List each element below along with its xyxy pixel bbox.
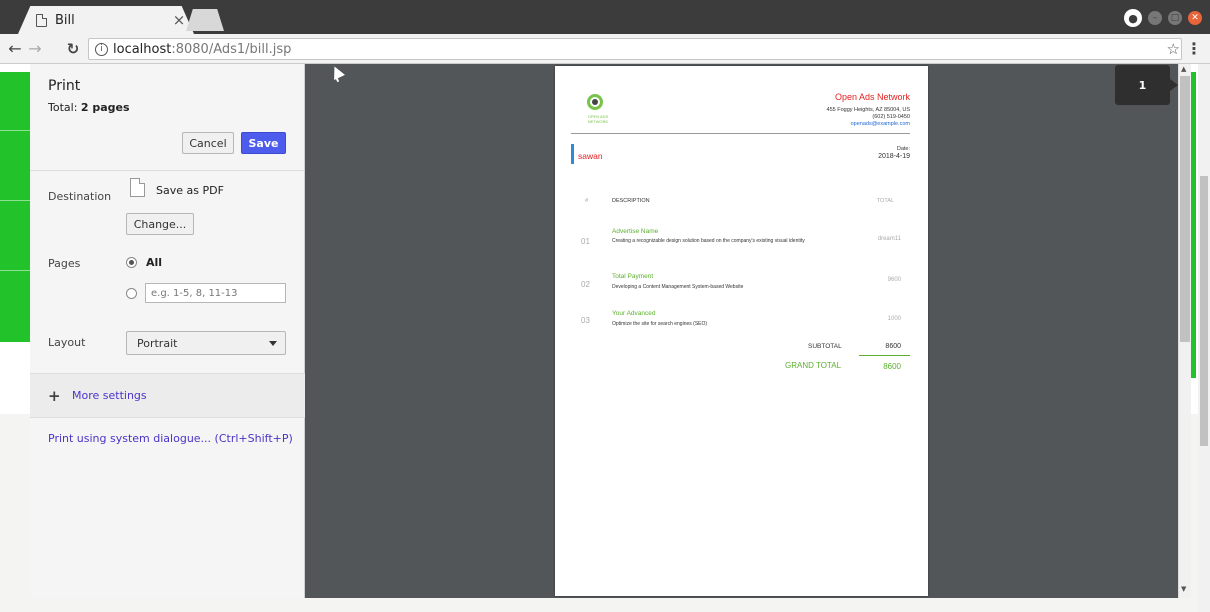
pages-range-input[interactable] [145, 283, 286, 303]
preview-page: OPEN ADS NETWORK Open Ads Network 455 Fo… [555, 66, 928, 596]
bookmark-star-icon[interactable]: ☆ [1167, 40, 1180, 58]
print-settings-panel: Print Total: 2 pages Cancel Save Destina… [30, 64, 305, 598]
browser-titlebar: Bill × ● – □ ✕ [0, 0, 1210, 34]
pages-all-label: All [146, 256, 163, 269]
row-title: Your Advanced [612, 310, 656, 317]
back-arrow-icon[interactable]: ← [4, 38, 26, 60]
close-window-icon[interactable]: ✕ [1188, 11, 1202, 25]
background-green-block [0, 72, 30, 342]
pages-label: Pages [48, 257, 81, 270]
row-title: Advertise Name [612, 228, 659, 235]
plus-icon: + [48, 387, 61, 405]
row-total: 1000 [887, 316, 901, 322]
company-email: openads@example.com [850, 121, 910, 127]
print-total: Total: 2 pages [48, 101, 130, 114]
company-address: 455 Foggy Heights, AZ 85004, US [826, 107, 910, 113]
column-description-header: DESCRIPTION [612, 198, 650, 204]
browser-menu-icon[interactable]: ⋮ [1186, 39, 1202, 58]
client-name: sawan [578, 151, 603, 161]
grand-total-label: GRAND TOTAL [785, 361, 842, 370]
pages-all-radio[interactable] [126, 257, 137, 268]
chevron-down-icon [269, 341, 277, 346]
more-settings-link[interactable]: More settings [72, 389, 147, 402]
document-icon [36, 13, 47, 27]
save-button[interactable]: Save [241, 132, 286, 154]
pdf-file-icon [130, 178, 145, 197]
window-controls: ● – □ ✕ [1124, 9, 1202, 27]
column-total-header: TOTAL [876, 198, 894, 204]
company-name: Open Ads Network [834, 92, 910, 102]
page-scrollbar[interactable] [1198, 64, 1210, 612]
layout-label: Layout [48, 336, 86, 349]
tab-title: Bill [55, 12, 75, 28]
preview-scrollbar[interactable]: ▲ ▼ [1178, 64, 1191, 598]
forward-arrow-icon[interactable]: → [24, 38, 46, 60]
destination-label: Destination [48, 190, 112, 203]
change-destination-button[interactable]: Change... [126, 213, 194, 235]
row-total: 9600 [887, 277, 901, 283]
layout-value: Portrait [137, 336, 178, 350]
company-phone: (602) 519-0450 [872, 114, 910, 120]
row-number: 02 [581, 280, 590, 289]
minimize-icon[interactable]: – [1148, 11, 1162, 25]
divider [30, 170, 305, 171]
row-description: Creating a recognizable design solution … [612, 238, 805, 244]
column-number-header: # [585, 198, 589, 204]
cancel-button[interactable]: Cancel [182, 132, 234, 154]
scroll-up-icon[interactable]: ▲ [1181, 65, 1186, 73]
destination-value: Save as PDF [156, 184, 224, 197]
address-bar[interactable]: i localhost:8080/Ads1/bill.jsp [88, 38, 1182, 60]
maximize-icon[interactable]: □ [1168, 11, 1182, 25]
pages-custom-radio[interactable] [126, 288, 137, 299]
date-label: Date: [896, 146, 910, 152]
grand-total-value: 8600 [883, 362, 901, 371]
url-path: :8080/Ads1/bill.jsp [171, 41, 292, 57]
page-number-badge: 1 [1115, 65, 1178, 105]
row-total: dream11 [877, 236, 901, 242]
total-value: 2 pages [80, 101, 130, 114]
print-title: Print [48, 78, 81, 94]
row-number: 03 [581, 316, 590, 325]
info-icon[interactable]: i [95, 42, 108, 56]
row-title: Total Payment [612, 273, 654, 280]
subtotal-label: SUBTOTAL [808, 343, 842, 350]
client-accent-bar [571, 144, 574, 164]
row-number: 01 [581, 237, 590, 246]
row-description: Optimize the site for search engines (SE… [612, 321, 708, 327]
profile-icon[interactable]: ● [1124, 9, 1142, 27]
page-scrollbar-thumb[interactable] [1200, 176, 1208, 446]
print-preview-area: OPEN ADS NETWORK Open Ads Network 455 Fo… [305, 64, 1178, 598]
subtotal-underline [859, 355, 910, 356]
layout-select[interactable]: Portrait [126, 331, 286, 355]
preview-scrollbar-thumb[interactable] [1180, 76, 1190, 342]
url-host: localhost [113, 41, 172, 57]
total-label: Total: [48, 101, 81, 114]
scroll-down-icon[interactable]: ▼ [1181, 585, 1186, 593]
browser-tab[interactable]: Bill × [18, 6, 194, 34]
browser-toolbar: ← → ↻ i localhost:8080/Ads1/bill.jsp ☆ ⋮ [0, 34, 1210, 64]
more-settings-row[interactable]: + More settings [30, 373, 305, 418]
logo-text: OPEN ADS NETWORK [587, 114, 609, 124]
system-dialogue-link[interactable]: Print using system dialogue... (Ctrl+Shi… [48, 432, 293, 445]
subtotal-value: 8600 [885, 343, 901, 350]
date-value: 2018-4-19 [878, 153, 910, 160]
reload-icon[interactable]: ↻ [62, 38, 84, 60]
new-tab-button[interactable] [186, 9, 224, 31]
row-description: Developing a Content Management System-b… [612, 284, 744, 290]
header-divider [571, 133, 910, 134]
company-logo-icon [587, 94, 603, 110]
